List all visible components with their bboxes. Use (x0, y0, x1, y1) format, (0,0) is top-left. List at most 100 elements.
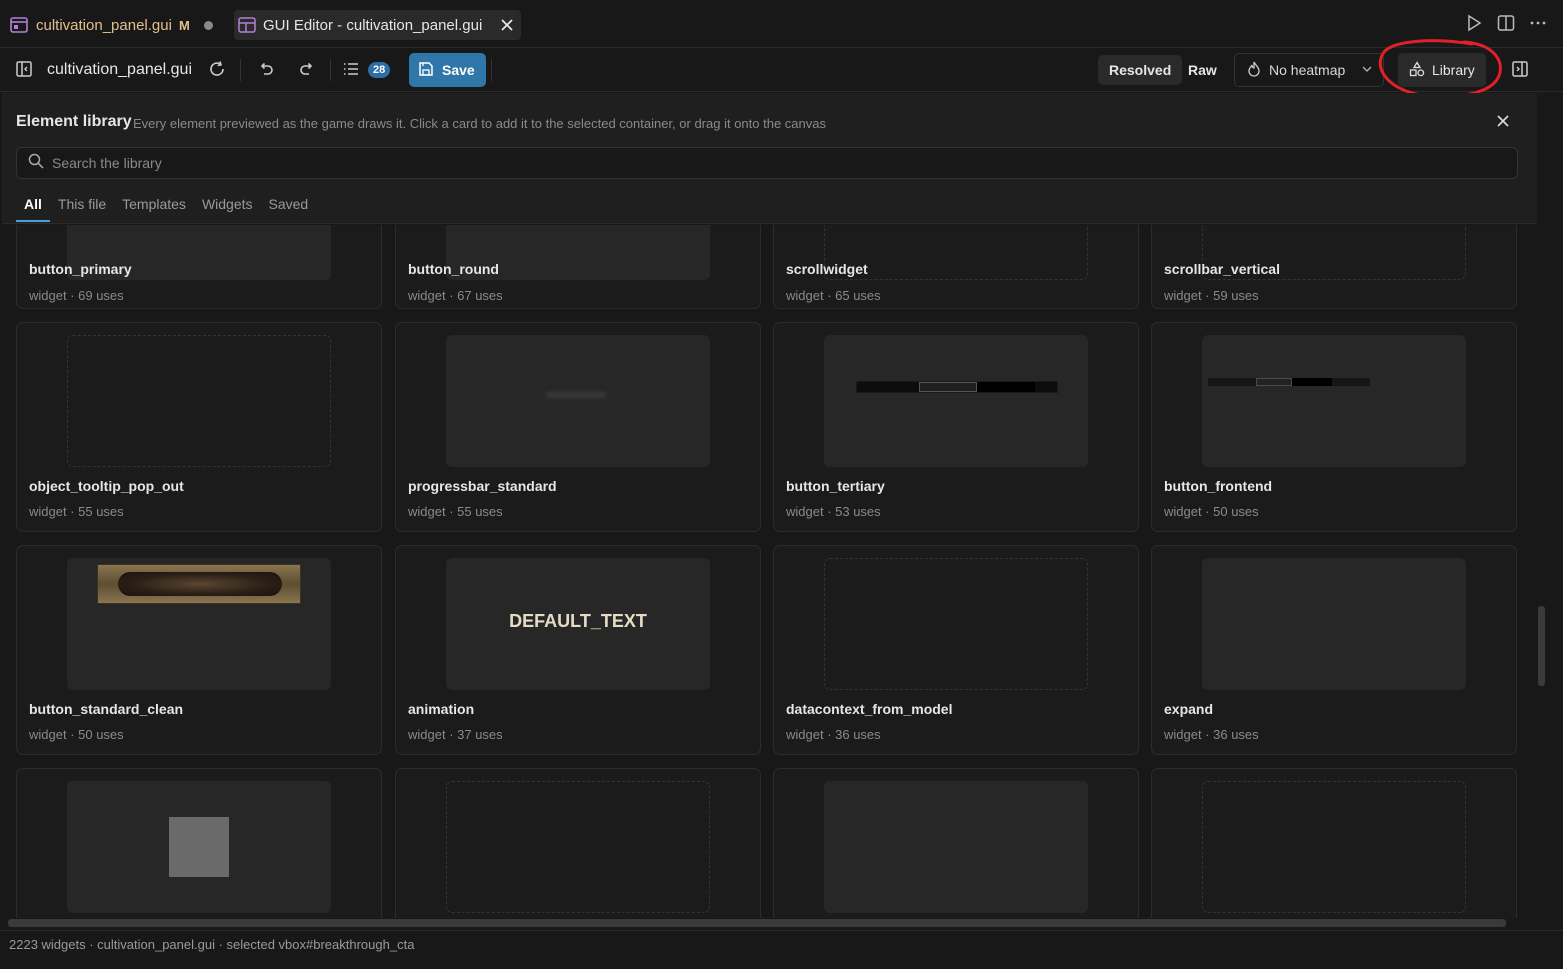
list-icon (342, 60, 362, 80)
card-preview (1202, 558, 1466, 690)
library-card-button-frontend[interactable]: button_frontend widget · 50 uses (1151, 322, 1517, 532)
card-preview (67, 335, 331, 467)
card-meta: widget · 69 uses (29, 288, 124, 303)
library-card-scrollwidget[interactable]: scrollwidget widget · 65 uses (773, 225, 1139, 309)
card-meta: widget · 50 uses (1164, 504, 1259, 519)
library-filter-tabs: All This file Templates Widgets Saved (16, 196, 316, 222)
view-resolved-toggle[interactable]: Resolved (1098, 55, 1183, 85)
button-preview-graphic (1208, 378, 1370, 386)
toggle-right-panel-button[interactable] (1511, 48, 1531, 92)
heatmap-dropdown[interactable]: No heatmap (1234, 53, 1385, 87)
run-icon[interactable] (1465, 14, 1483, 32)
refresh-icon (208, 60, 228, 80)
search-input[interactable] (52, 155, 1452, 171)
card-meta: widget · 67 uses (408, 288, 503, 303)
card-preview (446, 781, 710, 913)
filter-tab-templates[interactable]: Templates (114, 196, 194, 222)
vertical-scrollbar[interactable] (1538, 606, 1545, 686)
default-text-preview: DEFAULT_TEXT (509, 611, 647, 631)
library-label: Library (1432, 62, 1475, 78)
library-card-object-tooltip-pop-out[interactable]: object_tooltip_pop_out widget · 55 uses (16, 322, 382, 532)
modified-badge: M (178, 17, 190, 33)
current-filename: cultivation_panel.gui (47, 61, 192, 78)
library-card-animation[interactable]: DEFAULT_TEXT animation widget · 37 uses (395, 545, 761, 755)
status-bar: 2223 widgets · cultivation_panel.gui · s… (0, 930, 1563, 958)
card-meta: widget · 36 uses (1164, 727, 1259, 742)
close-library-icon[interactable] (1495, 113, 1511, 129)
card-name: button_round (408, 261, 499, 277)
library-card-button-tertiary[interactable]: button_tertiary widget · 53 uses (773, 322, 1139, 532)
element-library-panel: Element library Every element previewed … (2, 93, 1537, 224)
redo-icon (298, 60, 318, 80)
card-name: button_tertiary (786, 478, 885, 494)
card-meta: widget · 65 uses (786, 288, 881, 303)
split-editor-icon[interactable] (1497, 14, 1515, 32)
sidebar-right-icon (1511, 60, 1531, 80)
library-description: Every element previewed as the game draw… (133, 116, 826, 131)
card-name: expand (1164, 701, 1214, 717)
card-name: scrollbar_vertical (1164, 261, 1280, 277)
save-label: Save (442, 62, 475, 78)
save-disk-icon (418, 61, 434, 80)
filter-tab-saved[interactable]: Saved (261, 196, 317, 222)
tab-gui-editor[interactable]: GUI Editor - cultivation_panel.gui (234, 10, 521, 40)
filter-tab-this-file[interactable]: This file (50, 196, 114, 222)
library-card-scrollbar-vertical[interactable]: scrollbar_vertical widget · 59 uses (1151, 225, 1517, 309)
tab-cultivation-panel-file[interactable]: cultivation_panel.gui M (10, 10, 213, 40)
library-card[interactable] (16, 768, 382, 918)
filter-tab-all[interactable]: All (16, 196, 50, 222)
editor-toolbar: cultivation_panel.gui 28 Save Resolved R… (0, 48, 1563, 92)
card-name: button_standard_clean (29, 701, 184, 717)
card-meta: widget · 53 uses (786, 504, 881, 519)
card-name: datacontext_from_model (786, 701, 953, 717)
library-card-button-standard-clean[interactable]: button_standard_clean widget · 50 uses (16, 545, 382, 755)
divider (240, 59, 241, 81)
close-tab-icon[interactable] (499, 17, 515, 33)
card-preview (446, 335, 710, 467)
horizontal-scrollbar[interactable] (8, 919, 1506, 927)
shapes-icon (1409, 60, 1425, 80)
card-preview (824, 335, 1088, 467)
toggle-sidebar-button[interactable] (15, 48, 35, 92)
card-meta: widget · 36 uses (786, 727, 881, 742)
card-name: animation (408, 701, 475, 717)
card-preview: DEFAULT_TEXT (446, 558, 710, 690)
card-meta: widget · 55 uses (408, 504, 503, 519)
divider (330, 59, 331, 81)
library-card-button-primary[interactable]: button_primary widget · 69 uses (16, 225, 382, 309)
sidebar-left-icon (15, 60, 35, 80)
divider (491, 59, 492, 81)
more-actions-icon[interactable] (1529, 14, 1547, 32)
card-meta: widget · 50 uses (29, 727, 124, 742)
card-name: button_primary (29, 261, 132, 277)
library-card[interactable] (395, 768, 761, 918)
unsaved-dot-icon (203, 20, 213, 30)
card-name: scrollwidget (786, 261, 868, 277)
chevron-down-icon (1361, 62, 1373, 78)
library-card-progressbar-standard[interactable]: progressbar_standard widget · 55 uses (395, 322, 761, 532)
view-raw-toggle[interactable]: Raw (1178, 55, 1227, 85)
redo-button[interactable] (298, 48, 318, 92)
library-card-expand[interactable]: expand widget · 36 uses (1151, 545, 1517, 755)
button-preview-graphic (856, 381, 1058, 393)
library-button[interactable]: Library (1398, 53, 1486, 87)
square-preview-graphic (169, 817, 229, 877)
tab-bar: cultivation_panel.gui M GUI Editor - cul… (0, 0, 1563, 48)
reload-button[interactable] (208, 48, 228, 92)
library-card[interactable] (773, 768, 1139, 918)
library-card-datacontext-from-model[interactable]: datacontext_from_model widget · 36 uses (773, 545, 1139, 755)
heatmap-value: No heatmap (1269, 62, 1346, 78)
undo-icon (257, 60, 277, 80)
library-card[interactable] (1151, 768, 1517, 918)
outline-list-button[interactable]: 28 (342, 48, 391, 92)
library-search (16, 147, 1518, 179)
status-text: 2223 widgets · cultivation_panel.gui · s… (9, 937, 415, 952)
library-card-button-round[interactable]: button_round widget · 67 uses (395, 225, 761, 309)
progressbar-preview-graphic (546, 392, 606, 398)
card-preview (1202, 335, 1466, 467)
undo-button[interactable] (257, 48, 277, 92)
search-icon (28, 153, 44, 174)
filter-tab-widgets[interactable]: Widgets (194, 196, 261, 222)
flame-icon (1247, 61, 1261, 80)
save-button[interactable]: Save (409, 53, 486, 87)
